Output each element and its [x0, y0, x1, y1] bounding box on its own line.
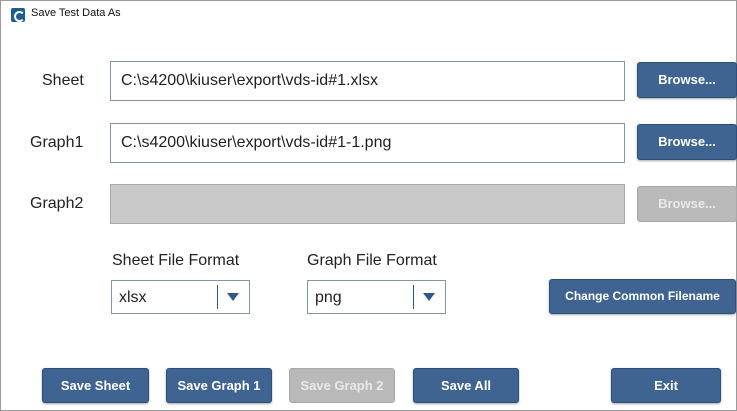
graph2-path-input — [110, 184, 625, 224]
graph-format-value: png — [315, 289, 342, 306]
save-sheet-button[interactable]: Save Sheet — [42, 368, 149, 403]
change-common-filename-button[interactable]: Change Common Filename — [549, 279, 736, 314]
select-divider — [413, 285, 414, 309]
sheet-label: Sheet — [42, 72, 84, 89]
graph1-path-input[interactable]: C:\s4200\kiuser\export\vds-id#1-1.png — [110, 123, 625, 163]
chevron-down-icon[interactable] — [227, 293, 239, 301]
sheet-path-input[interactable]: C:\s4200\kiuser\export\vds-id#1.xlsx — [110, 61, 625, 101]
select-divider — [217, 285, 218, 309]
sheet-format-value: xlsx — [119, 289, 147, 306]
title-bar[interactable]: Save Test Data As — [1, 1, 736, 29]
exit-button[interactable]: Exit — [611, 368, 721, 403]
sheet-browse-button[interactable]: Browse... — [637, 62, 737, 98]
sheet-file-format-label: Sheet File Format — [112, 252, 240, 269]
save-test-data-dialog: Save Test Data As Sheet C:\s4200\kiuser\… — [0, 0, 737, 411]
graph2-label: Graph2 — [30, 195, 84, 212]
save-graph1-button[interactable]: Save Graph 1 — [166, 368, 272, 403]
graph2-browse-button: Browse... — [637, 186, 737, 222]
graph1-label: Graph1 — [30, 134, 84, 151]
window-title: Save Test Data As — [31, 7, 121, 19]
save-all-button[interactable]: Save All — [413, 368, 519, 403]
sheet-format-select[interactable]: xlsx — [111, 280, 250, 314]
save-graph2-button: Save Graph 2 — [289, 368, 395, 403]
graph1-browse-button[interactable]: Browse... — [637, 124, 737, 160]
app-logo-icon — [11, 8, 25, 22]
chevron-down-icon[interactable] — [423, 293, 435, 301]
graph-format-select[interactable]: png — [307, 280, 446, 314]
graph-file-format-label: Graph File Format — [307, 252, 437, 269]
